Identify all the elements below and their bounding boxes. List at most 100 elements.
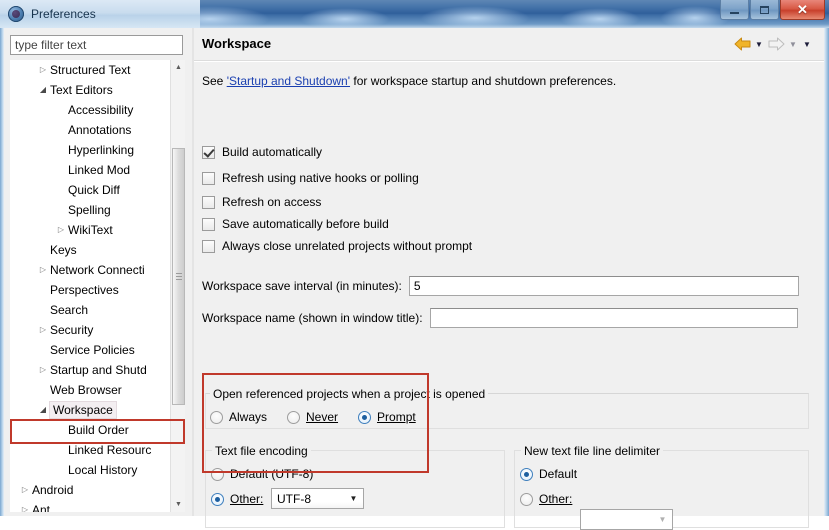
chevron-down-icon[interactable]: ▼ <box>345 490 362 507</box>
tree-item-text-editors[interactable]: ◢Text Editors <box>10 80 185 100</box>
chevron-down-icon[interactable]: ◢ <box>36 400 50 420</box>
page-menu-caret-icon[interactable]: ▼ <box>800 35 814 53</box>
tree-item-network-connecti[interactable]: ▷Network Connecti <box>10 260 185 280</box>
tree-scrollbar[interactable]: ▲ ▼ <box>170 60 185 512</box>
encoding-other-option[interactable]: Other: <box>211 492 263 506</box>
tree-item-label: Hyperlinking <box>68 140 134 160</box>
chevron-down-icon[interactable]: ◢ <box>36 80 50 100</box>
page-navigation: ▼ ▼ ▼ <box>732 35 814 53</box>
tree-item-label: Network Connecti <box>50 260 145 280</box>
chevron-right-icon[interactable]: ▷ <box>18 500 32 512</box>
tree-item-label: Web Browser <box>50 380 122 400</box>
open-referenced-option-label: Always <box>229 410 267 424</box>
aero-glow <box>300 8 390 28</box>
delimiter-other-label: Other: <box>539 492 572 506</box>
back-dropdown-caret-icon[interactable]: ▼ <box>752 35 766 53</box>
tree-item-annotations[interactable]: Annotations <box>10 120 185 140</box>
encoding-default-option[interactable]: Default (UTF-8) <box>211 467 313 481</box>
chevron-right-icon[interactable]: ▷ <box>36 320 50 340</box>
back-arrow-icon[interactable] <box>732 35 752 53</box>
open-referenced-option-never[interactable]: Never <box>287 410 338 424</box>
tree-item-linked-resourc[interactable]: Linked Resourc <box>10 440 185 460</box>
tree-item-search[interactable]: Search <box>10 300 185 320</box>
field-label: Workspace save interval (in minutes): <box>202 279 402 293</box>
scroll-up-icon[interactable]: ▲ <box>171 60 185 75</box>
workspace-name-input[interactable] <box>430 308 798 328</box>
chevron-right-icon[interactable]: ▷ <box>36 360 50 380</box>
tree-item-label: Quick Diff <box>68 180 120 200</box>
radio-icon <box>287 411 300 424</box>
minimize-icon <box>730 12 739 14</box>
page-title: Workspace <box>202 36 271 51</box>
tree-item-perspectives[interactable]: Perspectives <box>10 280 185 300</box>
delimiter-combo[interactable]: ▼ <box>580 509 673 530</box>
tree-item-security[interactable]: ▷Security <box>10 320 185 340</box>
workspace-preference-page: Workspace ▼ ▼ ▼ <box>194 28 824 516</box>
field-row: Workspace name (shown in window title): <box>202 308 798 328</box>
aero-glow <box>420 6 530 28</box>
checkbox-build-automatically[interactable]: Build automatically <box>202 145 322 159</box>
tree-item-linked-mod[interactable]: Linked Mod <box>10 160 185 180</box>
tree-item-workspace[interactable]: ◢Workspace <box>10 400 185 420</box>
field-label: Workspace name (shown in window title): <box>202 311 423 325</box>
open-referenced-option-always[interactable]: Always <box>210 410 267 424</box>
tree-item-quick-diff[interactable]: Quick Diff <box>10 180 185 200</box>
tree-item-label: Local History <box>68 460 137 480</box>
page-header: Workspace ▼ ▼ ▼ <box>194 28 824 60</box>
open-referenced-label: Open referenced projects when a project … <box>210 387 488 401</box>
tree-item-android[interactable]: ▷Android <box>10 480 185 500</box>
checkbox-icon <box>202 218 215 231</box>
chevron-down-icon[interactable]: ▼ <box>654 511 671 528</box>
tree-item-web-browser[interactable]: Web Browser <box>10 380 185 400</box>
save-interval-input[interactable] <box>409 276 799 296</box>
radio-icon <box>210 411 223 424</box>
minimize-button[interactable] <box>720 0 749 20</box>
encoding-combo-value: UTF-8 <box>277 492 311 506</box>
filter-input[interactable] <box>10 35 183 55</box>
tree-item-build-order[interactable]: Build Order <box>10 420 185 440</box>
chevron-right-icon[interactable]: ▷ <box>36 260 50 280</box>
chevron-right-icon[interactable]: ▷ <box>54 220 68 240</box>
chevron-right-icon[interactable]: ▷ <box>36 60 50 80</box>
delimiter-default-option[interactable]: Default <box>520 467 577 481</box>
checkbox-refresh-using-native-hooks-or-polling[interactable]: Refresh using native hooks or polling <box>202 171 419 185</box>
forward-arrow-icon <box>766 35 786 53</box>
scrollbar-thumb[interactable] <box>172 148 185 405</box>
tree-item-keys[interactable]: Keys <box>10 240 185 260</box>
open-referenced-option-prompt[interactable]: Prompt <box>358 410 416 424</box>
chevron-right-icon[interactable]: ▷ <box>18 480 32 500</box>
checkbox-label: Build automatically <box>222 145 322 159</box>
radio-icon <box>358 411 371 424</box>
encoding-combo[interactable]: UTF-8 ▼ <box>271 488 364 509</box>
encoding-other-label: Other: <box>230 492 263 506</box>
close-icon: ✕ <box>797 3 808 16</box>
tree-item-startup-and-shutd[interactable]: ▷Startup and Shutd <box>10 360 185 380</box>
delimiter-other-option[interactable]: Other: <box>520 492 572 506</box>
maximize-button[interactable] <box>750 0 779 20</box>
tree-item-service-policies[interactable]: Service Policies <box>10 340 185 360</box>
checkmark-icon <box>202 146 215 159</box>
tree-item-label: Accessibility <box>68 100 133 120</box>
tree-item-label: Android <box>32 480 73 500</box>
scroll-down-icon[interactable]: ▼ <box>171 497 185 512</box>
checkbox-always-close-unrelated-projects-without-prompt[interactable]: Always close unrelated projects without … <box>202 239 472 253</box>
tree-item-structured-text[interactable]: ▷Structured Text <box>10 60 185 80</box>
startup-shutdown-link[interactable]: 'Startup and Shutdown' <box>227 74 350 88</box>
tree-item-local-history[interactable]: Local History <box>10 460 185 480</box>
delimiter-default-label: Default <box>539 467 577 481</box>
radio-icon <box>211 468 224 481</box>
open-referenced-option-label: Prompt <box>377 410 416 424</box>
preferences-tree[interactable]: ▷Structured Text◢Text EditorsAccessibili… <box>10 60 185 512</box>
tree-item-wikitext[interactable]: ▷WikiText <box>10 220 185 240</box>
checkbox-refresh-on-access[interactable]: Refresh on access <box>202 195 321 209</box>
close-button[interactable]: ✕ <box>780 0 825 20</box>
text-file-encoding-title: Text file encoding <box>212 444 311 458</box>
line-delimiter-title: New text file line delimiter <box>521 444 663 458</box>
tree-item-ant[interactable]: ▷Ant <box>10 500 185 512</box>
checkbox-save-automatically-before-build[interactable]: Save automatically before build <box>202 217 389 231</box>
tree-item-hyperlinking[interactable]: Hyperlinking <box>10 140 185 160</box>
tree-item-accessibility[interactable]: Accessibility <box>10 100 185 120</box>
field-row: Workspace save interval (in minutes): <box>202 276 799 296</box>
tree-item-spelling[interactable]: Spelling <box>10 200 185 220</box>
open-referenced-options: Always Never Prompt <box>210 410 436 424</box>
